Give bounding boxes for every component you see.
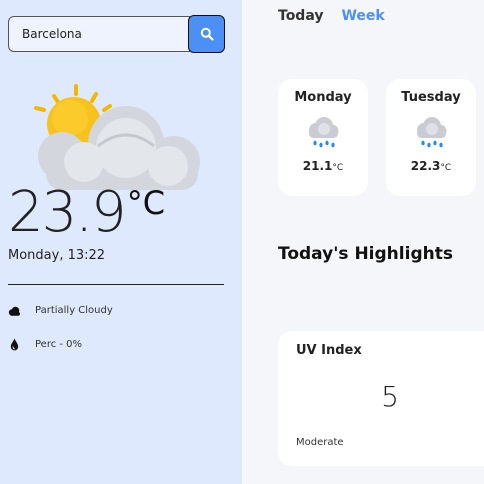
condition-row-cloudy: Partially Cloudy — [8, 304, 113, 317]
condition-row-precipitation: Perc - 0% — [8, 338, 82, 351]
precipitation-label: Perc - 0% — [35, 339, 83, 350]
current-datetime: Monday, 13:22 — [8, 248, 106, 263]
rain-cloud-icon — [417, 117, 447, 148]
uv-value: 5 — [381, 380, 399, 413]
view-tabs: Today Week — [278, 8, 385, 24]
condition-label: Partially Cloudy — [35, 305, 113, 316]
current-temperature: 23.9 °C — [8, 180, 165, 246]
forecast-card-monday[interactable]: Monday 21.1°C — [278, 79, 368, 196]
cloud-icon — [8, 304, 21, 317]
forecast-temp-value: 22.3 — [410, 159, 441, 173]
forecast-temperature: 21.1°C — [278, 159, 368, 173]
search-icon — [200, 27, 214, 41]
rain-cloud-icon — [309, 117, 339, 148]
divider — [8, 284, 224, 285]
temperature-unit: °C — [126, 184, 166, 222]
uv-index-card: UV Index 5 Moderate — [278, 331, 484, 466]
forecast-temp-value: 21.1 — [302, 159, 333, 173]
forecast-day: Tuesday — [401, 90, 461, 105]
tab-today[interactable]: Today — [278, 8, 323, 24]
sidebar: 23.9 °C Monday, 13:22 Partially Cloudy P… — [0, 0, 242, 484]
uv-title: UV Index — [296, 343, 362, 358]
temperature-value: 23.9 — [8, 180, 127, 245]
uv-level: Moderate — [296, 437, 344, 448]
highlights-title: Today's Highlights — [278, 244, 453, 264]
forecast-day: Monday — [294, 90, 352, 105]
search-input[interactable] — [8, 16, 190, 52]
forecast-temperature: 22.3°C — [386, 159, 476, 173]
forecast-card-tuesday[interactable]: Tuesday 22.3°C — [386, 79, 476, 196]
drop-icon — [8, 338, 21, 351]
search-button[interactable] — [188, 15, 225, 53]
forecast-temp-unit: °C — [440, 163, 452, 173]
forecast-temp-unit: °C — [332, 163, 344, 173]
tab-week[interactable]: Week — [341, 8, 384, 24]
